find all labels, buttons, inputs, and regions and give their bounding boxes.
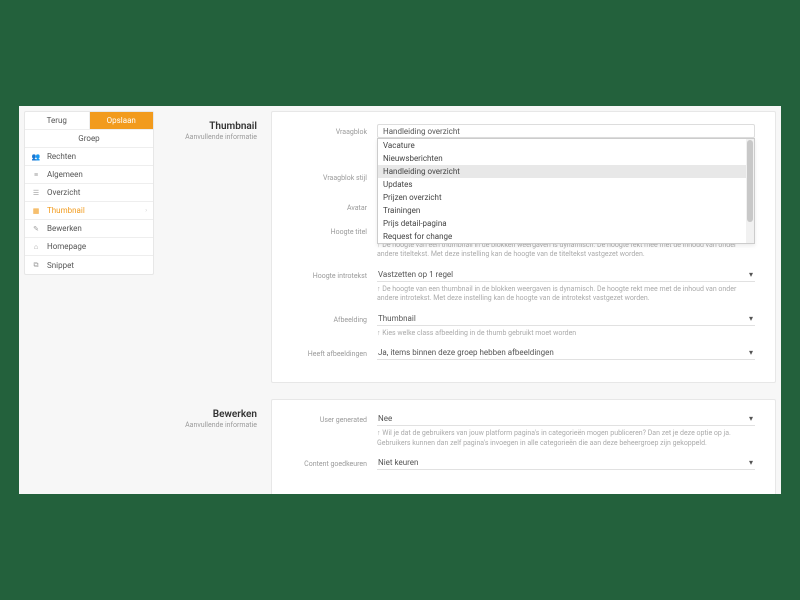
dropdown-option[interactable]: Vacature: [378, 139, 754, 152]
user-generated-select[interactable]: Nee: [377, 412, 755, 426]
save-button-label: Opslaan: [107, 116, 136, 125]
section-bewerken: Bewerken Aanvullende informatie User gen…: [169, 399, 776, 494]
dropdown-option[interactable]: Updates: [378, 178, 754, 191]
sidebar-item-label: Algemeen: [47, 170, 147, 179]
row-vraagblok: Vraagblok Handleiding overzicht Vacature…: [292, 124, 755, 138]
sidebar-item-label: Rechten: [47, 152, 147, 161]
section-title-block: Thumbnail Aanvullende informatie: [169, 111, 257, 383]
hoogte-intro-select[interactable]: Vastzetten op 1 regel: [377, 268, 755, 282]
content-goedkeuren-select[interactable]: Niet keuren: [377, 456, 755, 470]
sidebar-item-bewerken[interactable]: ✎ Bewerken: [25, 220, 153, 238]
dropdown-option[interactable]: Request for change: [378, 230, 754, 243]
section-subtitle: Aanvullende informatie: [169, 133, 257, 141]
user-generated-help: Wil je dat de gebruikers van jouw platfo…: [377, 429, 755, 448]
sidebar: Terug Opslaan Groep 👥 Rechten ≡ Algemeen…: [24, 111, 154, 275]
home-icon: ⌂: [31, 242, 41, 252]
label-vraagblok-stijl: Vraagblok stijl: [292, 170, 377, 182]
section-title-block: Bewerken Aanvullende informatie: [169, 399, 257, 494]
list-icon: ☰: [31, 188, 41, 198]
select-value: Thumbnail: [378, 314, 416, 323]
vraagblok-input[interactable]: Handleiding overzicht: [377, 124, 755, 138]
sidebar-item-homepage[interactable]: ⌂ Homepage: [25, 238, 153, 256]
label-user-generated: User generated: [292, 412, 377, 424]
bewerken-panel: User generated Nee Wil je dat de gebruik…: [271, 399, 776, 494]
back-button-label: Terug: [47, 116, 67, 125]
select-value: Ja, items binnen deze groep hebben afbee…: [378, 348, 554, 357]
label-hoogte-intro: Hoogte introtekst: [292, 268, 377, 280]
heeft-afb-select[interactable]: Ja, items binnen deze groep hebben afbee…: [377, 346, 755, 360]
row-heeft-afb: Heeft afbeeldingen Ja, items binnen deze…: [292, 346, 755, 360]
sidebar-item-thumbnail[interactable]: ▦ Thumbnail ›: [25, 202, 153, 220]
row-user-generated: User generated Nee Wil je dat de gebruik…: [292, 412, 755, 448]
save-button[interactable]: Opslaan: [90, 112, 154, 129]
hoogte-intro-help: De hoogte van een thumbnail in de blokke…: [377, 285, 755, 304]
vraagblok-value: Handleiding overzicht: [383, 127, 460, 136]
section-subtitle: Aanvullende informatie: [169, 421, 257, 429]
code-icon: ⧉: [31, 260, 41, 270]
sidebar-item-overzicht[interactable]: ☰ Overzicht: [25, 184, 153, 202]
label-avatar: Avatar: [292, 200, 377, 212]
pencil-icon: ✎: [31, 224, 41, 234]
label-afbeelding: Afbeelding: [292, 312, 377, 324]
label-heeft-afb: Heeft afbeeldingen: [292, 346, 377, 358]
sliders-icon: ≡: [31, 170, 41, 180]
sidebar-item-label: Bewerken: [47, 224, 147, 233]
group-label: Groep: [78, 134, 99, 143]
user-icon: 👥: [31, 152, 41, 162]
dropdown-option[interactable]: Nieuwsberichten: [378, 152, 754, 165]
label-hoogte-titel: Hoogte titel: [292, 224, 377, 236]
sidebar-item-label: Thumbnail: [47, 206, 139, 215]
row-content-goedkeuren: Content goedkeuren Niet keuren: [292, 456, 755, 470]
chevron-right-icon: ›: [145, 207, 147, 214]
sidebar-group-header: Groep: [25, 130, 153, 148]
section-title: Bewerken: [169, 409, 257, 420]
row-afbeelding: Afbeelding Thumbnail Kies welke class af…: [292, 312, 755, 338]
label-content-goedkeuren: Content goedkeuren: [292, 456, 377, 468]
dropdown-option[interactable]: Prijzen overzicht: [378, 191, 754, 204]
select-value: Nee: [378, 414, 392, 423]
sidebar-item-algemeen[interactable]: ≡ Algemeen: [25, 166, 153, 184]
scrollbar-thumb[interactable]: [747, 140, 753, 222]
back-button[interactable]: Terug: [25, 112, 90, 129]
sidebar-item-snippet[interactable]: ⧉ Snippet: [25, 256, 153, 274]
sidebar-top-actions: Terug Opslaan: [25, 112, 153, 130]
dropdown-scrollbar[interactable]: [746, 139, 754, 243]
section-title: Thumbnail: [169, 121, 257, 132]
sidebar-item-rechten[interactable]: 👥 Rechten: [25, 148, 153, 166]
sidebar-item-label: Overzicht: [47, 188, 147, 197]
select-value: Vastzetten op 1 regel: [378, 270, 453, 279]
afbeelding-select[interactable]: Thumbnail: [377, 312, 755, 326]
thumbnail-panel: Vraagblok Handleiding overzicht Vacature…: [271, 111, 776, 383]
row-hoogte-intro: Hoogte introtekst Vastzetten op 1 regel …: [292, 268, 755, 304]
grid-icon: ▦: [31, 206, 41, 216]
afbeelding-help: Kies welke class afbeelding in de thumb …: [377, 329, 755, 338]
label-vraagblok: Vraagblok: [292, 124, 377, 136]
dropdown-option[interactable]: Prijs detail-pagina: [378, 217, 754, 230]
main-content: Thumbnail Aanvullende informatie Vraagbl…: [169, 111, 776, 494]
dropdown-option[interactable]: Handleiding overzicht: [378, 165, 754, 178]
section-thumbnail: Thumbnail Aanvullende informatie Vraagbl…: [169, 111, 776, 383]
vraagblok-dropdown[interactable]: Vacature Nieuwsberichten Handleiding ove…: [377, 138, 755, 244]
select-value: Niet keuren: [378, 458, 418, 467]
sidebar-item-label: Homepage: [47, 242, 147, 251]
dropdown-option[interactable]: Trainingen: [378, 204, 754, 217]
sidebar-item-label: Snippet: [47, 261, 147, 270]
